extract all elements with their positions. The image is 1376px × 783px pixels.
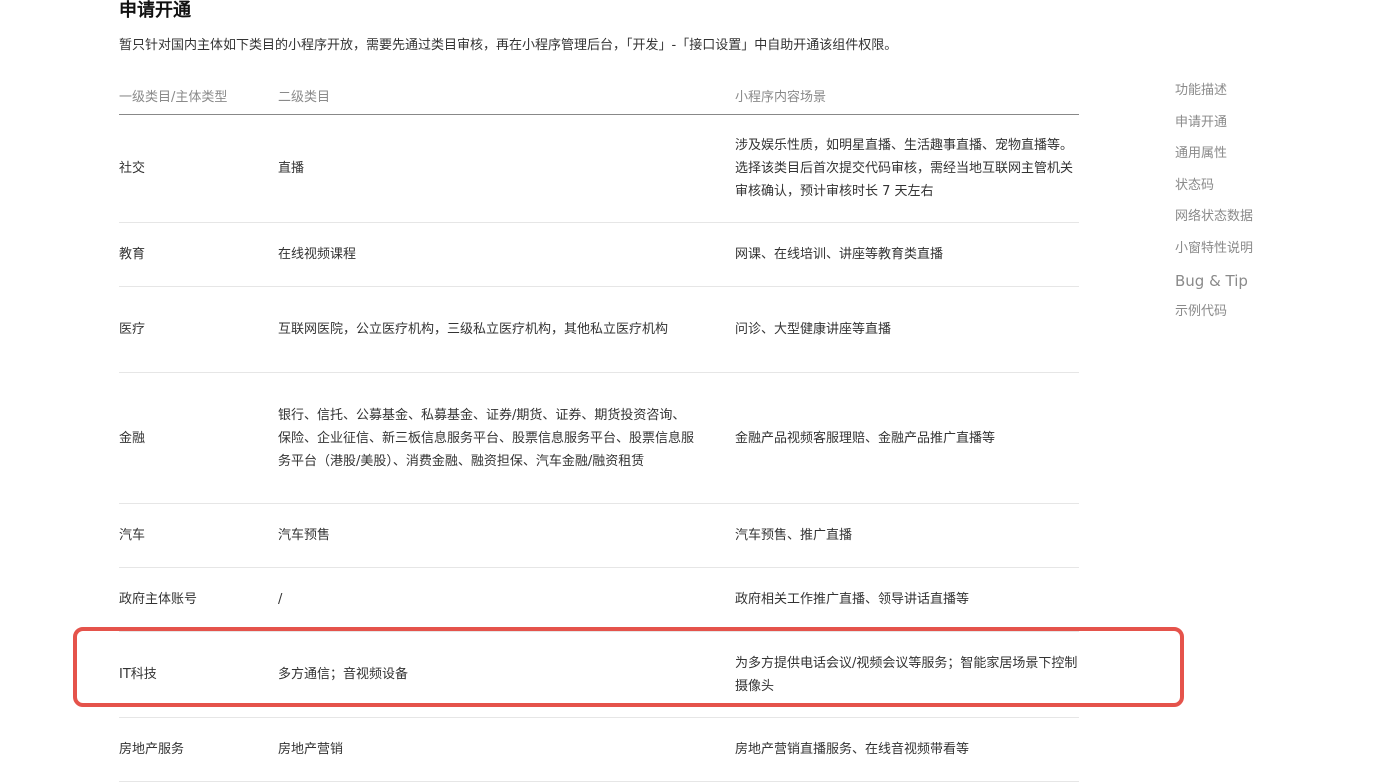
table-row: 政府主体账号 / 政府相关工作推广直播、领导讲话直播等 [119,568,1079,632]
table-row: 教育 在线视频课程 网课、在线培训、讲座等教育类直播 [119,223,1079,287]
toc-item-mini-window[interactable]: 小窗特性说明 [1175,238,1355,270]
toc-item-apply[interactable]: 申请开通 [1175,112,1355,144]
cell-content-scene: 网课、在线培训、讲座等教育类直播 [735,247,944,262]
toc-item-bug-tip[interactable]: Bug & Tip [1175,270,1355,302]
cell-secondary-category: 在线视频课程 [278,247,357,262]
section-description: 暂只针对国内主体如下类目的小程序开放，需要先通过类目审核，再在小程序管理后台，「… [119,38,898,53]
table-row: 金融 银行、信托、公募基金、私募基金、证券/期货、证券、期货投资咨询、保险、企业… [119,373,1079,504]
cell-content-scene: 汽车预售、推广直播 [735,528,853,543]
cell-content-scene: 涉及娱乐性质，如明星直播、生活趣事直播、宠物直播等。选择该类目后首次提交代码审核… [735,138,1074,199]
cell-content-scene: 金融产品视频客服理赔、金融产品推广直播等 [735,430,996,446]
page: 申请开通 暂只针对国内主体如下类目的小程序开放，需要先通过类目审核，再在小程序管… [0,0,1376,783]
cell-content-scene: 问诊、大型健康讲座等直播 [735,322,892,337]
table-row: 医疗 互联网医院，公立医疗机构，三级私立医疗机构，其他私立医疗机构 问诊、大型健… [119,287,1079,373]
header-content-scene: 小程序内容场景 [735,89,827,105]
toc-item-feature-description[interactable]: 功能描述 [1175,80,1355,112]
cell-primary-category: 汽车 [119,528,146,543]
cell-primary-category: 政府主体账号 [119,592,198,607]
table-header: 一级类目/主体类型 二级类目 小程序内容场景 [119,76,1079,115]
table-row: 社交 直播 涉及娱乐性质，如明星直播、生活趣事直播、宠物直播等。选择该类目后首次… [119,115,1079,223]
cell-secondary-category: 汽车预售 [278,528,331,543]
table-of-contents: 功能描述 申请开通 通用属性 状态码 网络状态数据 小窗特性说明 Bug & T… [1175,80,1355,333]
cell-primary-category: 金融 [119,430,146,446]
table-row: 汽车 汽车预售 汽车预售、推广直播 [119,504,1079,568]
cell-secondary-category: 银行、信托、公募基金、私募基金、证券/期货、证券、期货投资咨询、保险、企业征信、… [278,407,695,469]
cell-primary-category: 房地产服务 [119,742,185,757]
cell-primary-category: 教育 [119,247,146,262]
highlight-annotation-box [73,627,1184,707]
table-row: 房地产服务 房地产营销 房地产营销直播服务、在线音视频带看等 [119,718,1079,782]
cell-primary-category: 社交 [119,161,146,176]
section-title: 申请开通 [119,0,191,21]
cell-secondary-category: 直播 [278,161,305,176]
cell-content-scene: 政府相关工作推广直播、领导讲话直播等 [735,592,970,607]
cell-primary-category: 医疗 [119,322,146,337]
cell-content-scene: 房地产营销直播服务、在线音视频带看等 [735,742,970,757]
header-secondary-category: 二级类目 [278,89,331,105]
toc-item-status-codes[interactable]: 状态码 [1175,175,1355,207]
toc-item-network-status[interactable]: 网络状态数据 [1175,206,1355,238]
cell-secondary-category: 互联网医院，公立医疗机构，三级私立医疗机构，其他私立医疗机构 [278,322,669,337]
toc-item-sample-code[interactable]: 示例代码 [1175,301,1355,333]
header-primary-category: 一级类目/主体类型 [119,89,228,105]
toc-item-common-attributes[interactable]: 通用属性 [1175,143,1355,175]
cell-secondary-category: 房地产营销 [278,742,344,757]
cell-secondary-category: / [278,592,283,607]
